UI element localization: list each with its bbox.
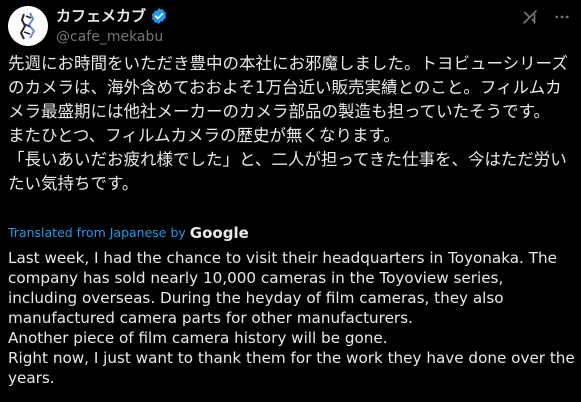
translated-line: Another piece of film camera history wil…	[8, 329, 388, 347]
translated-line: Last week, I had the chance to visit the…	[8, 249, 557, 327]
translated-line: Right now, I just want to thank them for…	[8, 349, 575, 387]
google-logo: Google	[189, 224, 249, 242]
post-header: カフェメカブ @cafe_mekabu	[8, 6, 571, 46]
verified-badge-icon[interactable]	[150, 7, 168, 25]
post-translated-text: Last week, I had the chance to visit the…	[8, 248, 576, 388]
translation-label: Translated from Japanese by	[8, 225, 186, 240]
post-actions	[521, 8, 571, 26]
avatar-illustration-icon	[8, 6, 48, 46]
avatar[interactable]	[8, 6, 48, 46]
author-names: カフェメカブ @cafe_mekabu	[56, 6, 168, 47]
more-options-icon[interactable]	[553, 8, 571, 26]
author-display-name[interactable]: カフェメカブ	[56, 6, 146, 26]
post-original-text: 先週にお時間をいただき豊中の本社にお邪魔しました。トヨビューシリーズのカメラは、…	[8, 54, 568, 193]
grok-icon[interactable]	[521, 8, 539, 26]
author-handle[interactable]: @cafe_mekabu	[56, 27, 168, 47]
translation-attribution[interactable]: Translated from Japanese by Google	[8, 224, 249, 242]
